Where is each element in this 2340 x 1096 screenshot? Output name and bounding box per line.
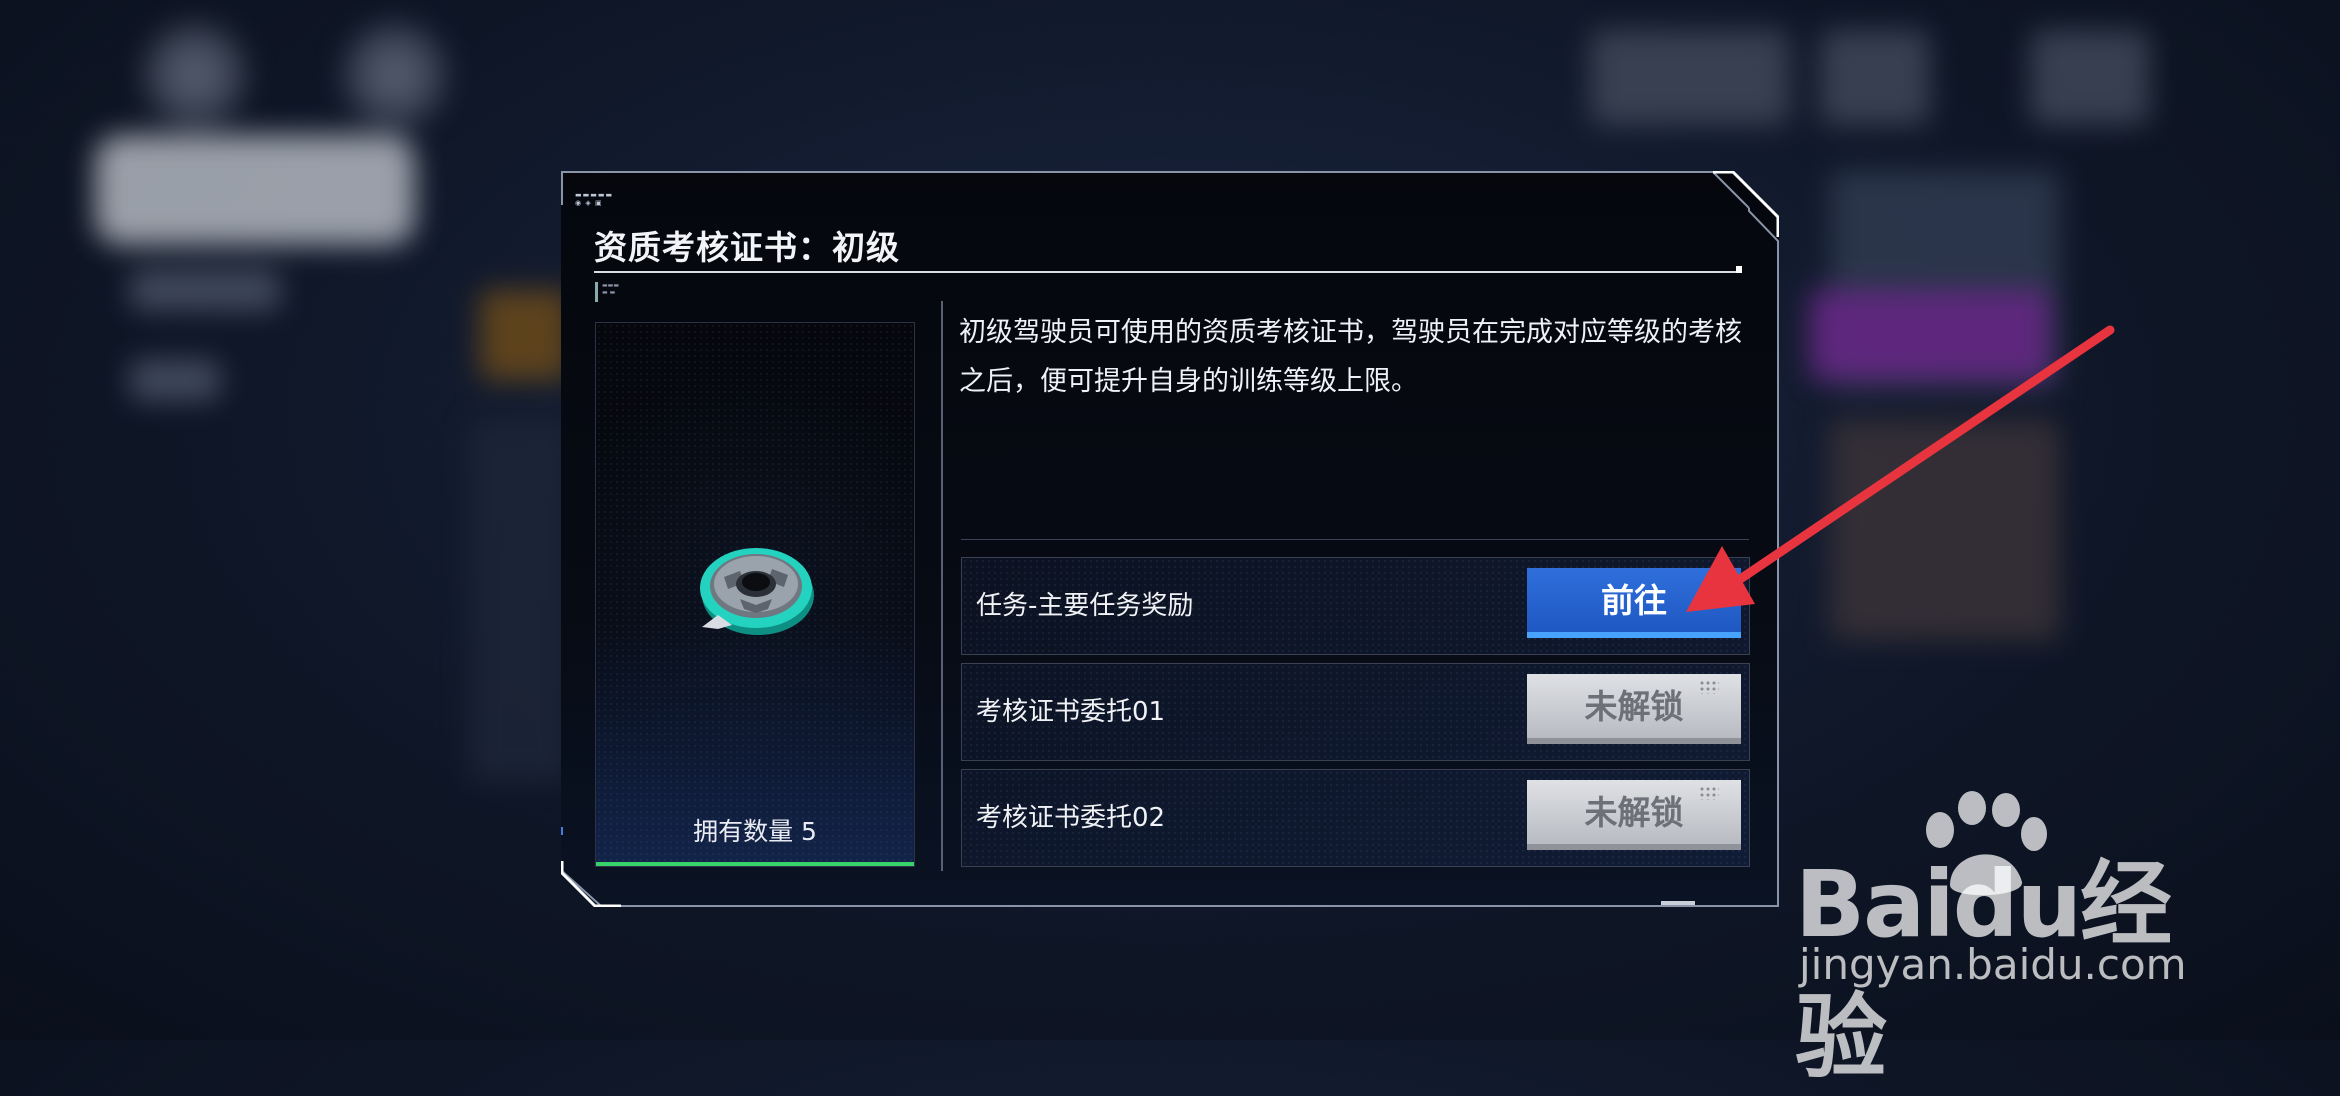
bg-icon xyxy=(340,20,450,130)
certificate-disc-icon xyxy=(696,533,816,643)
bg-menu-pill xyxy=(95,135,415,245)
bg-tile xyxy=(470,420,570,780)
grip-dots-icon xyxy=(1699,786,1719,800)
bg-top-button xyxy=(1820,30,1930,125)
source-label: 任务-主要任务奖励 xyxy=(976,591,1194,621)
bg-tile xyxy=(1810,290,2050,380)
source-row: 任务-主要任务奖励 前往 xyxy=(961,557,1750,655)
locked-button-label: 未解锁 xyxy=(1584,793,1684,832)
title-divider-tick xyxy=(1736,266,1742,273)
source-row: 考核证书委托02 未解锁 xyxy=(961,769,1750,867)
baidu-watermark: Baidu经验 jingyan.baidu.com xyxy=(1795,790,2235,1091)
locked-button[interactable]: 未解锁 xyxy=(1527,780,1741,850)
bg-menu-line xyxy=(130,270,280,310)
source-label: 考核证书委托01 xyxy=(976,697,1166,727)
locked-button[interactable]: 未解锁 xyxy=(1527,674,1741,744)
bg-menu-line xyxy=(130,360,220,400)
description-divider xyxy=(961,539,1749,540)
bg-tile xyxy=(480,290,570,380)
dialog-logo: ▬▬▬▬▬ ◉ ◈ ▣ xyxy=(575,191,614,207)
preview-corner-mark: ▬▬▬ ▬ ▬ xyxy=(595,282,642,302)
locked-button-label: 未解锁 xyxy=(1584,687,1684,726)
count-underline xyxy=(596,862,914,866)
title-divider xyxy=(594,271,1739,273)
bg-icon xyxy=(140,20,250,130)
source-row: 考核证书委托01 未解锁 xyxy=(961,663,1750,761)
item-description: 初级驾驶员可使用的资质考核证书，驾驶员在完成对应等级的考核之后，便可提升自身的训… xyxy=(959,317,1742,397)
bg-tile xyxy=(1830,420,2060,640)
vertical-divider xyxy=(941,301,943,871)
item-preview-panel: 拥有数量 5 xyxy=(595,322,915,867)
bg-top-button xyxy=(2030,30,2150,125)
page-title: 资质考核证书：初级 xyxy=(594,228,900,267)
bg-top-button xyxy=(1590,30,1790,125)
go-button[interactable]: 前往 xyxy=(1527,568,1741,638)
source-label: 考核证书委托02 xyxy=(976,803,1166,833)
watermark-url: jingyan.baidu.com xyxy=(1799,940,2187,989)
item-count: 拥有数量 5 xyxy=(693,817,817,846)
grip-dots-icon xyxy=(1699,680,1719,694)
certificate-dialog: ▬▬▬▬▬ ◉ ◈ ▣ 资质考核证书：初级 ▬▬▬ ▬ ▬ 拥有数量 5 初级驾驶员… xyxy=(561,171,1779,907)
